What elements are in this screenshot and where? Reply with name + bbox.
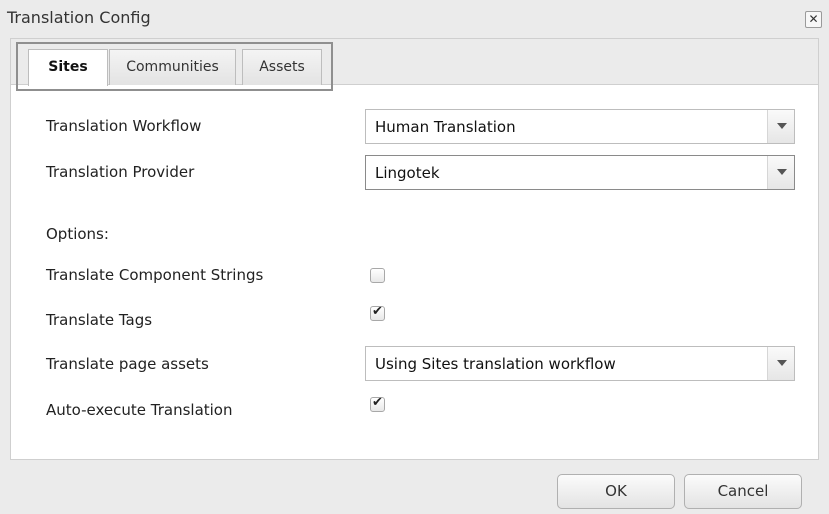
dialog-title: Translation Config — [7, 8, 151, 27]
page-assets-select[interactable]: Using Sites translation workflow — [365, 346, 795, 381]
workflow-select[interactable]: Human Translation — [365, 109, 795, 144]
page-assets-select-value: Using Sites translation workflow — [375, 355, 616, 373]
ok-button[interactable]: OK — [557, 474, 675, 509]
options-heading: Options: — [46, 225, 109, 243]
auto-execute-label: Auto-execute Translation — [46, 401, 233, 419]
provider-select[interactable]: Lingotek — [365, 155, 795, 190]
workflow-select-value: Human Translation — [375, 118, 516, 136]
checkmark-icon: ✔ — [372, 395, 383, 410]
chevron-down-icon[interactable] — [767, 156, 794, 189]
cancel-button[interactable]: Cancel — [684, 474, 802, 509]
translation-config-dialog: Translation Config ✕ Sites Communities A… — [0, 0, 829, 514]
provider-select-value: Lingotek — [375, 164, 440, 182]
provider-label: Translation Provider — [46, 163, 195, 181]
chevron-down-icon[interactable] — [767, 347, 794, 380]
component-strings-label: Translate Component Strings — [46, 266, 264, 284]
workflow-label: Translation Workflow — [46, 117, 202, 135]
page-assets-label: Translate page assets — [46, 355, 209, 373]
component-strings-checkbox[interactable] — [370, 268, 385, 283]
tabs-highlight-box — [16, 42, 333, 91]
chevron-down-icon[interactable] — [767, 110, 794, 143]
auto-execute-checkbox[interactable]: ✔ — [370, 395, 385, 412]
tags-label: Translate Tags — [46, 311, 153, 329]
tags-checkbox[interactable]: ✔ — [370, 304, 385, 321]
checkmark-icon: ✔ — [372, 304, 383, 319]
dialog-titlebar: Translation Config ✕ — [0, 0, 829, 38]
close-icon[interactable]: ✕ — [805, 11, 822, 28]
dialog-panel: Sites Communities Assets — [10, 38, 819, 460]
